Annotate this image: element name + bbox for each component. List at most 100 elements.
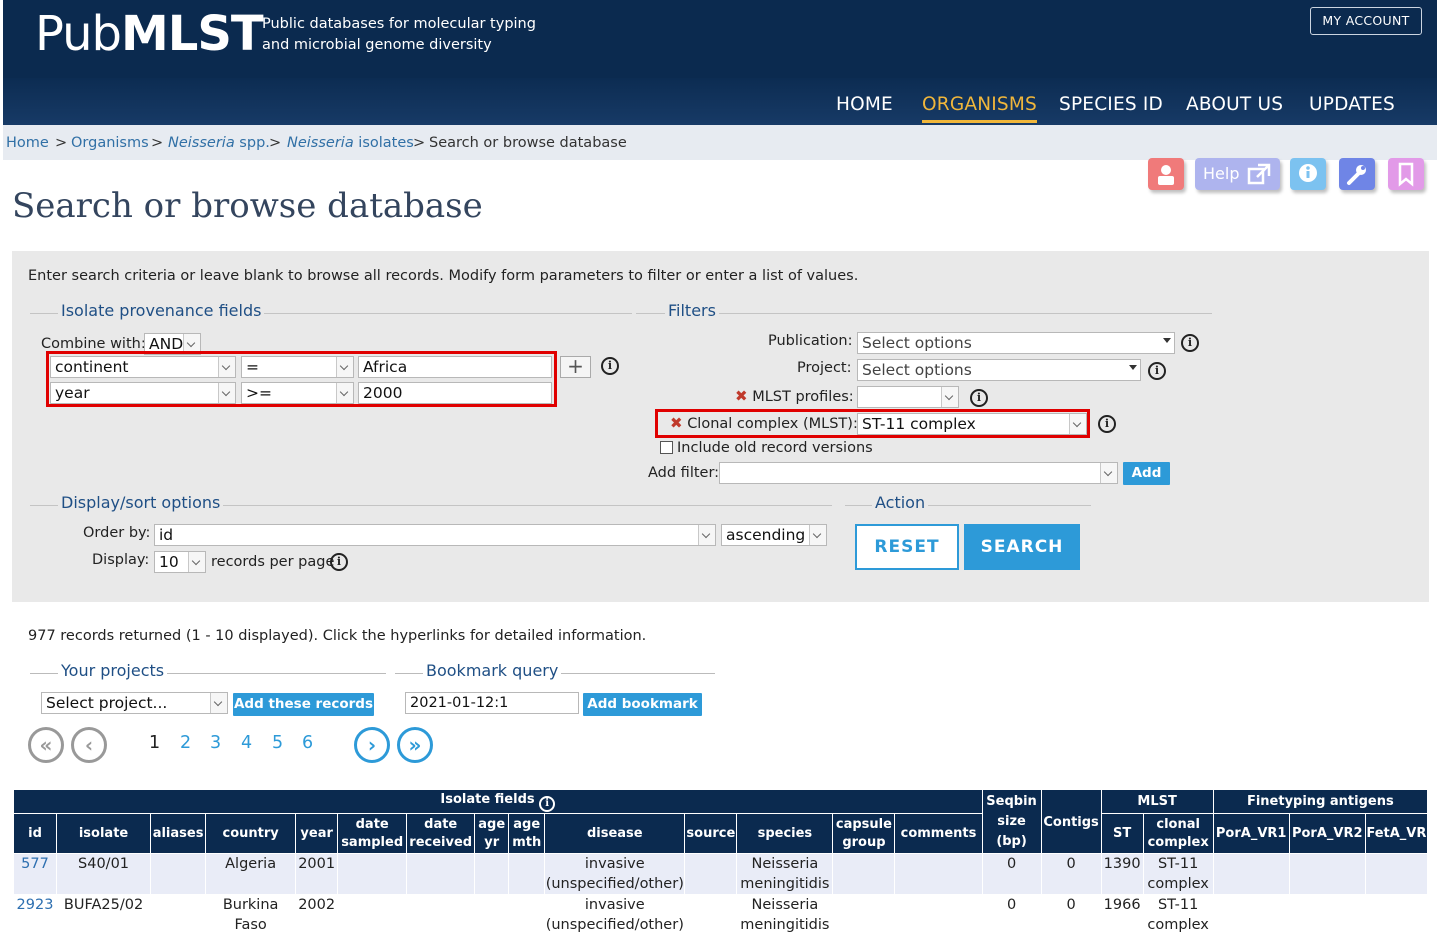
table-cell: BUFA25/02 xyxy=(56,894,152,936)
add-filter-select[interactable] xyxy=(719,462,1118,484)
info-icon[interactable]: i xyxy=(539,796,556,812)
info-icon[interactable]: i xyxy=(970,389,988,407)
highlight-box xyxy=(655,409,1090,438)
page-6[interactable]: 6 xyxy=(302,733,313,753)
help-button[interactable]: Help xyxy=(1195,158,1280,190)
mlst-profiles-select[interactable] xyxy=(857,386,959,408)
table-cell xyxy=(684,894,738,936)
breadcrumb-organisms[interactable]: Organisms xyxy=(71,135,149,151)
info-icon[interactable]: i xyxy=(1148,362,1166,380)
my-account-button[interactable]: MY ACCOUNT xyxy=(1310,7,1422,35)
order-by-select[interactable]: id xyxy=(154,524,716,546)
table-cell: Neisseria meningitidis xyxy=(736,894,834,936)
col-source[interactable]: source xyxy=(684,813,738,854)
add-row-button[interactable]: + xyxy=(560,356,591,378)
bookmark-legend: Bookmark query xyxy=(423,661,562,680)
table-cell: Neisseria meningitidis xyxy=(736,853,834,895)
info-icon[interactable]: i xyxy=(601,357,619,375)
col-species[interactable]: species xyxy=(736,813,834,854)
col-pora-vr1[interactable]: PorA_VR1 xyxy=(1212,813,1290,854)
page-5[interactable]: 5 xyxy=(272,733,283,753)
col-isolate[interactable]: isolate xyxy=(56,813,152,854)
breadcrumb-neisseria[interactable]: Neisseria spp. xyxy=(168,135,270,151)
old-versions-checkbox[interactable] xyxy=(660,441,673,454)
col-age-yr[interactable]: age yr xyxy=(474,813,510,854)
project-select-dropdown[interactable]: Select project... xyxy=(41,692,228,714)
seqbin-header[interactable]: Seqbin size (bp) xyxy=(981,789,1042,854)
reset-button[interactable]: RESET xyxy=(855,524,959,570)
col-year[interactable]: year xyxy=(295,813,339,854)
next-page-button[interactable]: › xyxy=(354,727,390,763)
project-select[interactable]: Select options xyxy=(857,359,1141,381)
caret-down-icon xyxy=(1157,333,1174,353)
help-label: Help xyxy=(1203,164,1240,183)
nav-species-id[interactable]: SPECIES ID xyxy=(1059,94,1163,115)
curator-button[interactable] xyxy=(1148,158,1184,190)
table-cell: invasive (unspecified/other) xyxy=(544,853,686,895)
pubmlst-logo[interactable]: PubMLST xyxy=(35,6,264,62)
breadcrumb-separator: > xyxy=(151,135,164,151)
col-id[interactable]: id xyxy=(12,813,58,854)
bookmark-name-input[interactable]: 2021-01-12:1 xyxy=(405,692,579,714)
page-2[interactable]: 2 xyxy=(180,733,191,753)
display-legend: Display/sort options xyxy=(58,493,224,512)
col-capsule-group[interactable]: capsule group xyxy=(832,813,896,854)
col-st[interactable]: ST xyxy=(1100,813,1144,854)
mlst-header: MLST xyxy=(1100,789,1214,814)
project-label: Project: xyxy=(797,360,852,376)
table-cell xyxy=(832,894,896,936)
col-comments[interactable]: comments xyxy=(894,813,983,854)
col-pora-vr2[interactable]: PorA_VR2 xyxy=(1288,813,1366,854)
col-disease[interactable]: disease xyxy=(544,813,686,854)
table-cell xyxy=(406,853,476,895)
bookmarks-button[interactable] xyxy=(1388,158,1424,190)
tools-button[interactable] xyxy=(1339,158,1375,190)
add-bookmark-button[interactable]: Add bookmark xyxy=(583,693,702,716)
user-icon xyxy=(1158,165,1174,185)
prev-page-button[interactable]: ‹ xyxy=(71,727,107,763)
table-cell xyxy=(337,894,408,936)
table-cell: Burkina Faso xyxy=(205,894,297,936)
remove-filter-icon[interactable]: ✖ xyxy=(735,387,748,405)
sort-direction-select[interactable]: ascending xyxy=(721,524,827,546)
col-age-mth[interactable]: age mth xyxy=(508,813,546,854)
page-4[interactable]: 4 xyxy=(241,733,252,753)
nav-updates[interactable]: UPDATES xyxy=(1309,94,1395,115)
add-records-button[interactable]: Add these records xyxy=(233,693,374,716)
site-tagline: Public databases for molecular typing an… xyxy=(262,16,536,53)
add-filter-button[interactable]: Add xyxy=(1123,462,1170,485)
breadcrumb-home[interactable]: Home xyxy=(6,135,49,151)
page-3[interactable]: 3 xyxy=(210,733,221,753)
col-clonal-complex[interactable]: clonal complex xyxy=(1142,813,1214,854)
table-cell xyxy=(1212,853,1290,895)
table-cell xyxy=(337,853,408,895)
col-feta-vr[interactable]: FetA_VR xyxy=(1364,813,1429,854)
last-page-button[interactable]: » xyxy=(397,727,433,763)
info-icon[interactable]: i xyxy=(1181,334,1199,352)
first-page-button[interactable]: « xyxy=(28,727,64,763)
col-country[interactable]: country xyxy=(205,813,297,854)
nav-organisms[interactable]: ORGANISMS xyxy=(922,94,1037,123)
table-cell xyxy=(832,853,896,895)
info-icon[interactable]: i xyxy=(1098,415,1116,433)
old-versions-label: Include old record versions xyxy=(677,440,873,456)
action-legend: Action xyxy=(872,493,929,512)
publication-select[interactable]: Select options xyxy=(857,332,1175,354)
records-per-page-select[interactable]: 10 xyxy=(154,551,206,573)
info-icon[interactable]: i xyxy=(330,553,348,571)
search-button[interactable]: SEARCH xyxy=(964,524,1080,570)
wrench-icon xyxy=(1347,165,1366,185)
col-aliases[interactable]: aliases xyxy=(150,813,207,854)
table-cell: 1390 xyxy=(1100,853,1144,895)
table-cell xyxy=(474,894,510,936)
col-date-sampled[interactable]: date sampled xyxy=(337,813,408,854)
breadcrumb-isolates[interactable]: Neisseria isolates xyxy=(287,135,414,151)
contigs-header[interactable]: Contigs xyxy=(1040,789,1102,854)
isolate-id-link[interactable]: 2923 xyxy=(17,897,54,913)
table-cell: ST-11 complex xyxy=(1142,853,1214,895)
info-button[interactable] xyxy=(1290,158,1326,190)
isolate-id-link[interactable]: 577 xyxy=(21,856,49,872)
nav-home[interactable]: HOME xyxy=(836,94,893,115)
col-date-received[interactable]: date received xyxy=(406,813,476,854)
nav-about-us[interactable]: ABOUT US xyxy=(1186,94,1283,115)
